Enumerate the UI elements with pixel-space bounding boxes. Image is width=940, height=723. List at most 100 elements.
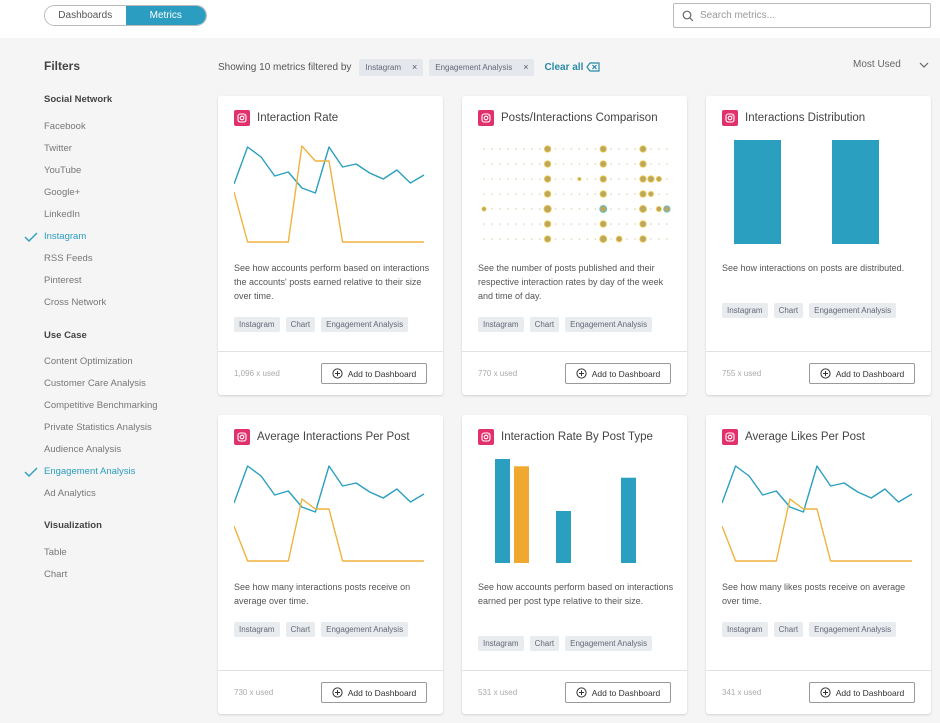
grid-dot [530,223,533,225]
tag-instagram: Instagram [478,636,524,651]
grid-dot [586,163,589,165]
data-point [599,235,608,243]
grid-dot [483,238,485,240]
grid-dot [610,178,612,180]
add-to-dashboard-button[interactable]: Add to Dashboard [809,682,915,703]
search-input[interactable] [700,10,920,21]
data-point [543,145,552,153]
data-point [543,190,552,198]
tag-engagement-analysis: Engagement Analysis [321,622,409,637]
add-to-dashboard-button[interactable]: Add to Dashboard [321,682,427,703]
grid-dot [499,208,501,210]
card-description: See the number of posts published and th… [478,263,664,301]
add-to-dashboard-button[interactable]: Add to Dashboard [809,363,915,384]
grid-dot [570,148,573,150]
filter-twitter[interactable]: Twitter [44,143,72,154]
filter-instagram[interactable]: Instagram [44,231,86,242]
usage-count: 531 x used [478,688,518,697]
bar-b [832,140,879,244]
card-title: Average Interactions Per Post [257,431,410,443]
grid-dot [522,193,525,195]
series-line-primary [234,146,425,194]
grid-dot [650,238,652,240]
grid-dot [562,208,565,210]
data-point [639,220,647,228]
filter-chip-instagram: Instagram × [359,58,424,76]
filter-google-plus[interactable]: Google+ [44,187,80,198]
bar-primary-1 [495,459,510,563]
usage-count: 755 x used [722,369,762,378]
sort-label: Most Used [853,59,901,70]
section-title-use-case: Use Case [44,330,87,341]
grid-dot [522,238,525,240]
filter-cross-network[interactable]: Cross Network [44,297,106,308]
filter-rss-feeds[interactable]: RSS Feeds [44,253,93,264]
showing-count-text: Showing 10 metrics filtered by [218,61,352,73]
card-description: See how accounts perform based on intera… [234,263,430,301]
grid-dot [634,163,636,165]
add-to-dashboard-button[interactable]: Add to Dashboard [321,363,427,384]
add-to-dashboard-label: Add to Dashboard [835,368,905,379]
chart-interaction-rate [234,145,425,243]
grid-dot [483,163,485,165]
grid-dot [618,223,620,225]
remove-chip-icon[interactable]: × [523,62,528,72]
filter-private-statistics-analysis[interactable]: Private Statistics Analysis [44,422,152,433]
grid-dot [562,178,565,180]
tag-chart: Chart [773,622,804,637]
grid-dot [499,178,501,180]
usage-count: 770 x used [478,369,518,378]
remove-chip-icon[interactable]: × [412,62,417,72]
add-to-dashboard-button[interactable]: Add to Dashboard [565,682,671,703]
card-tags: Instagram Chart Engagement Analysis [478,636,658,651]
grid-dot [650,208,652,210]
grid-dot [626,208,628,210]
card-divider [706,351,931,352]
grid-dot [522,163,525,165]
tag-engagement-analysis: Engagement Analysis [809,303,897,318]
grid-dot [594,238,597,240]
filter-engagement-analysis[interactable]: Engagement Analysis [44,466,135,477]
bar-primary-3 [556,511,571,563]
grid-dot [562,163,565,165]
filter-youtube[interactable]: YouTube [44,165,81,176]
tab-metrics[interactable]: Metrics [125,6,206,25]
filter-pinterest[interactable]: Pinterest [44,275,82,286]
grid-dot [499,223,501,225]
grid-dot [586,193,589,195]
grid-dot [538,208,541,210]
grid-dot [562,193,565,195]
instagram-icon [722,429,738,445]
card-divider [462,670,687,671]
data-point [481,206,487,212]
data-point [599,220,607,228]
grid-dot [586,178,589,180]
filter-competitive-benchmarking[interactable]: Competitive Benchmarking [44,400,158,411]
grid-dot [586,148,589,150]
grid-dot [666,238,668,240]
filter-customer-care-analysis[interactable]: Customer Care Analysis [44,378,146,389]
sort-dropdown[interactable]: Most Used [853,59,929,70]
filter-content-optimization[interactable]: Content Optimization [44,356,133,367]
data-point [543,175,552,183]
filter-audience-analysis[interactable]: Audience Analysis [44,444,121,455]
filter-facebook[interactable]: Facebook [44,121,86,132]
grid-dot [658,223,660,225]
card-description: See how many likes posts receive on aver… [722,582,906,606]
tab-dashboards[interactable]: Dashboards [45,6,126,25]
backspace-clear-icon [586,62,600,72]
filter-chip-engagement-analysis: Engagement Analysis × [429,58,535,76]
active-filters-bar: Showing 10 metrics filtered by Instagram… [218,58,600,76]
grid-dot [570,193,573,195]
filter-ad-analytics[interactable]: Ad Analytics [44,488,96,499]
clear-all-button[interactable]: Clear all [544,62,600,73]
add-to-dashboard-button[interactable]: Add to Dashboard [565,363,671,384]
grid-dot [634,148,636,150]
filter-chart[interactable]: Chart [44,569,67,580]
filter-linkedin[interactable]: LinkedIn [44,209,80,220]
clear-all-label: Clear all [544,61,584,73]
filter-table[interactable]: Table [44,547,67,558]
card-tags: Instagram Chart Engagement Analysis [234,317,414,332]
tag-instagram: Instagram [478,317,524,332]
grid-dot [626,193,628,195]
